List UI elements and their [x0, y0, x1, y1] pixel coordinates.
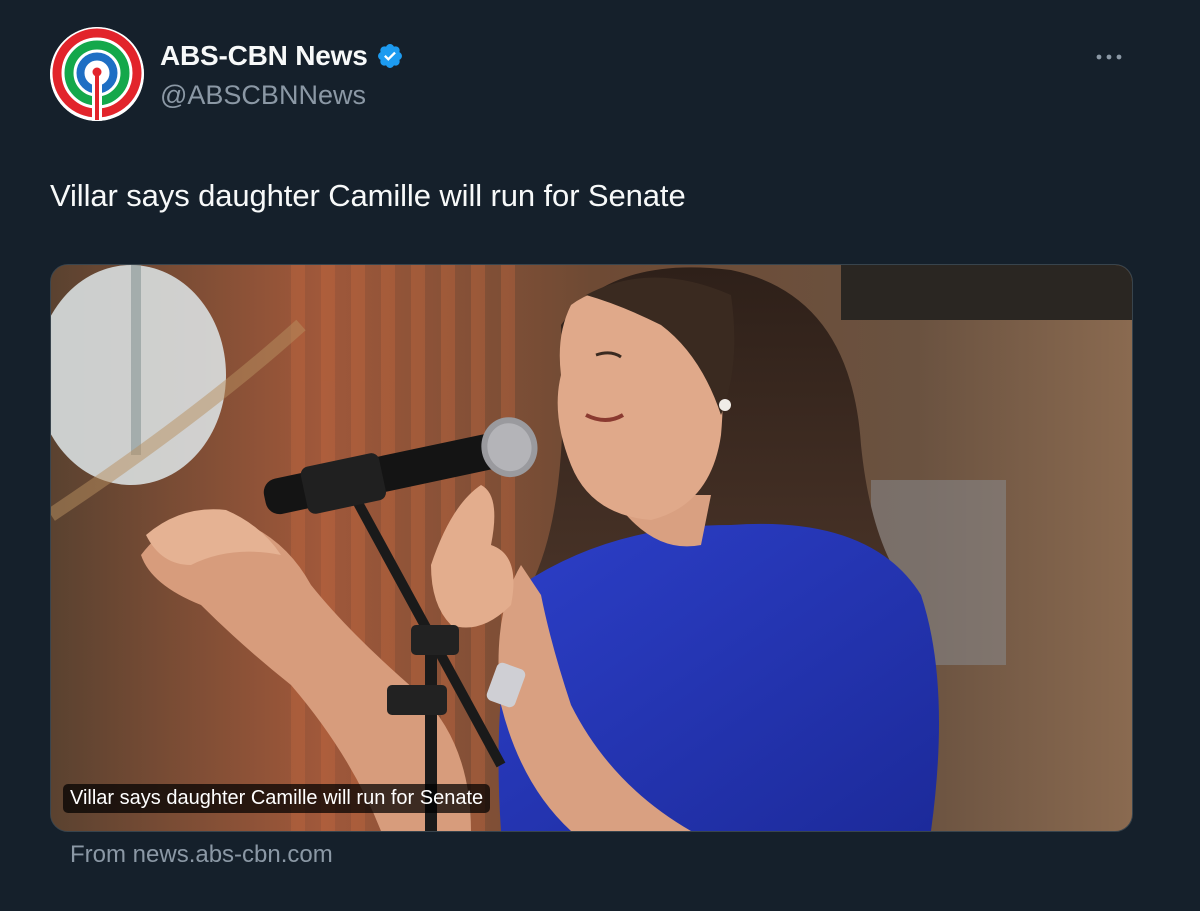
more-options-button[interactable]: [1092, 40, 1126, 74]
name-row: ABS-CBN News: [160, 38, 404, 74]
author-info: ABS-CBN News @ABSCBNNews: [160, 38, 404, 111]
tweet-text: Villar says daughter Camille will run fo…: [50, 178, 686, 213]
tweet: ABS-CBN News @ABSCBNNews Villar says dau…: [0, 0, 1200, 911]
display-name[interactable]: ABS-CBN News: [160, 40, 368, 72]
abs-cbn-logo-icon: [50, 27, 144, 121]
link-card[interactable]: Villar says daughter Camille will run fo…: [50, 264, 1133, 832]
card-caption: Villar says daughter Camille will run fo…: [63, 784, 491, 813]
more-dots-icon: [1096, 54, 1122, 60]
card-source-link[interactable]: From news.abs-cbn.com: [70, 841, 333, 869]
verified-badge-icon: [377, 44, 402, 68]
profile-avatar[interactable]: [50, 27, 144, 121]
user-handle[interactable]: @ABSCBNNews: [160, 80, 404, 111]
card-photo-image: [51, 265, 1132, 831]
